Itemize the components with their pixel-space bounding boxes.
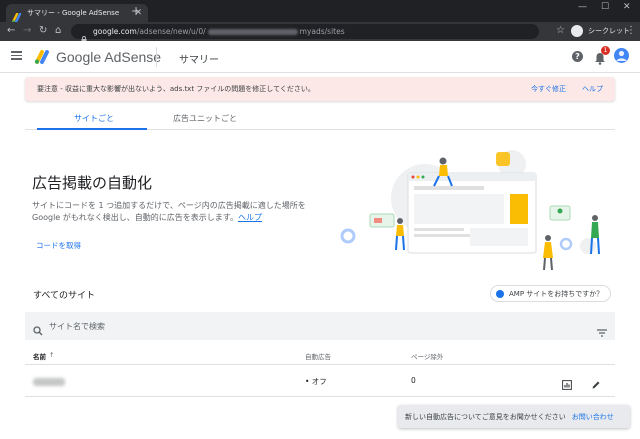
auto-ads-help-link[interactable]: ヘルプ [238, 213, 262, 222]
amp-icon [496, 289, 504, 298]
alert-message: 要注意 - 収益に重大な影響が出ないよう、ads.txt ファイルの問題を修正し… [37, 85, 315, 93]
browser-tab-strip: サマリー - Google AdSense ✕ + — ☐ ✕ [0, 0, 640, 24]
reload-icon[interactable]: ↻ [39, 26, 47, 36]
new-tab-icon[interactable]: + [131, 5, 141, 17]
contact-us-link[interactable]: お問い合わせ [572, 412, 614, 422]
feedback-snackbar: 新しい自動広告についてご意見をお聞かせください お問い合わせ [398, 405, 630, 428]
incognito-indicator[interactable]: シークレット [571, 25, 630, 37]
all-sites-heading: すべてのサイト [33, 291, 96, 301]
header-divider [156, 47, 157, 67]
incognito-label: シークレット [588, 27, 630, 35]
column-name[interactable]: 名前 [33, 351, 46, 361]
auto-ads-illustration [340, 150, 600, 271]
account-avatar[interactable] [614, 48, 629, 63]
edit-icon[interactable] [591, 375, 601, 389]
alert-help-link[interactable]: ヘルプ [582, 84, 603, 94]
column-page-exclusions: ページ除外 [411, 353, 444, 361]
tab-by-ad-unit[interactable]: 広告ユニットごと [173, 113, 237, 124]
adsense-favicon-icon [11, 8, 22, 24]
url-text: google.com/adsense/new/u/0/myads/sites [93, 27, 345, 36]
brand-name: Google AdSense [56, 49, 162, 65]
auto-ads-description: サイトにコードを 1 つ追加するだけで、ページ内の広告掲載に適した場所を Goo… [32, 201, 306, 222]
search-input[interactable]: サイト名で検索 [49, 321, 597, 332]
page-title: サマリー [179, 55, 219, 66]
adsense-logo-icon [34, 49, 50, 64]
sites-card: サイトごと 広告ユニットごと 広告掲載の自動化 サイトにコードを 1 つ追加する… [25, 104, 615, 439]
column-auto-ads: 自動広告 [305, 353, 331, 361]
menu-icon[interactable] [11, 51, 22, 60]
header-divider-line [25, 364, 615, 365]
lock-icon [81, 28, 87, 43]
adsense-page: Google AdSense サマリー ? 1 要注意 - 収益に重大な影響が出… [0, 41, 640, 439]
tab-title: サマリー - Google AdSense [27, 9, 120, 17]
close-window-icon[interactable]: ✕ [623, 2, 631, 12]
auto-ads-status: • オフ [305, 377, 327, 386]
browser-toolbar: ← → ↻ ⌂ google.com/adsense/new/u/0/myads… [0, 22, 640, 43]
ads-txt-alert: 要注意 - 収益に重大な影響が出ないよう、ads.txt ファイルの問題を修正し… [25, 77, 615, 101]
home-icon[interactable]: ⌂ [55, 26, 61, 36]
search-icon [33, 321, 43, 336]
page-exclusions-count: 0 [411, 376, 416, 385]
fix-now-link[interactable]: 今すぐ修正 [531, 84, 566, 94]
forward-icon[interactable]: → [23, 26, 31, 36]
amp-sites-chip[interactable]: AMP サイトをお持ちですか？ [490, 285, 611, 302]
notification-badge: 1 [601, 46, 610, 55]
minimize-icon[interactable]: — [578, 2, 587, 12]
auto-ads-title: 広告掲載の自動化 [32, 174, 153, 192]
report-icon[interactable] [562, 375, 572, 390]
snackbar-message: 新しい自動広告についてご意見をお聞かせください [405, 412, 566, 421]
bookmark-star-icon[interactable]: ☆ [556, 25, 565, 36]
small-gear-icon [340, 228, 356, 244]
row-divider-line [25, 396, 615, 397]
tab-by-site[interactable]: サイトごと [74, 113, 114, 124]
filter-icon[interactable] [597, 322, 607, 337]
address-bar[interactable]: google.com/adsense/new/u/0/myads/sites [71, 24, 539, 43]
active-tab-indicator [37, 128, 147, 130]
view-tabs: サイトごと 広告ユニットごと [25, 104, 615, 130]
incognito-icon [571, 25, 583, 37]
browser-menu-icon[interactable]: ⋮ [626, 25, 636, 36]
redacted-site-name[interactable] [33, 378, 65, 386]
amp-chip-label: AMP サイトをお持ちですか？ [509, 289, 604, 298]
help-icon[interactable]: ? [572, 51, 583, 62]
site-search-bar[interactable]: サイト名で検索 [25, 312, 615, 340]
maximize-icon[interactable]: ☐ [601, 2, 609, 12]
back-icon[interactable]: ← [7, 26, 15, 36]
sort-arrow-icon[interactable]: ↑ [49, 351, 54, 359]
redacted-url-segment [207, 29, 298, 35]
browser-tab[interactable]: サマリー - Google AdSense ✕ [6, 4, 148, 24]
app-header: Google AdSense サマリー ? 1 [0, 41, 640, 73]
get-code-button[interactable]: コードを取得 [36, 240, 81, 251]
